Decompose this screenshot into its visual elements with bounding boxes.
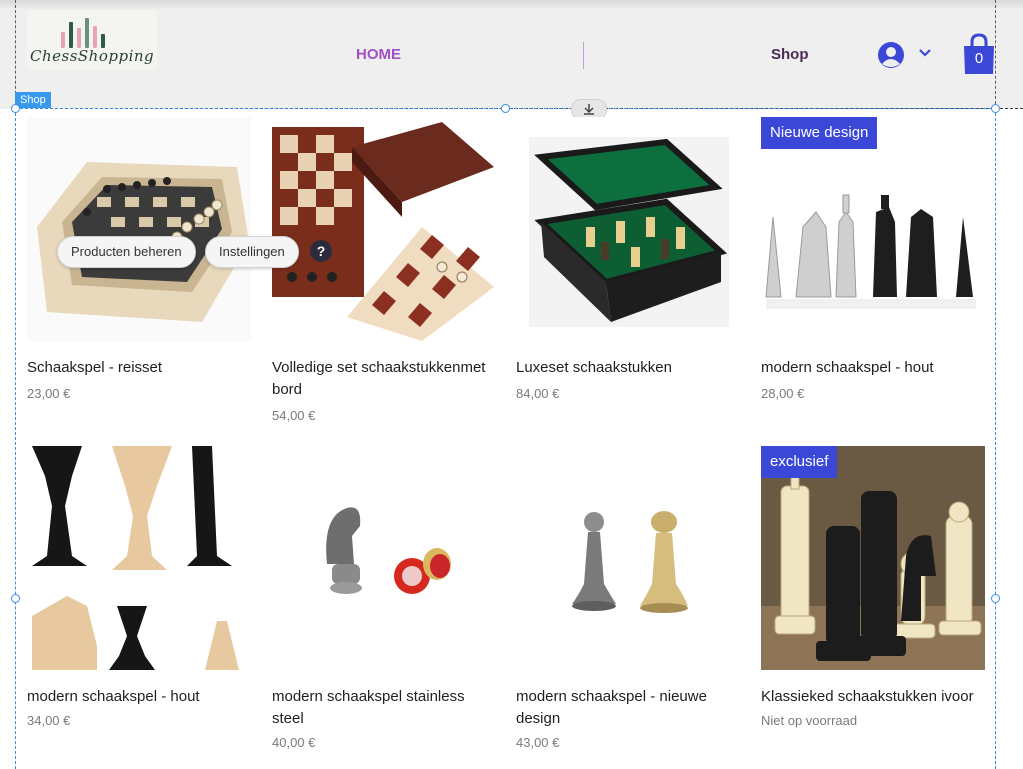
chess-board-set-image bbox=[272, 117, 496, 341]
chevron-down-icon[interactable] bbox=[918, 48, 932, 58]
resize-handle-middle-right[interactable] bbox=[991, 594, 1000, 603]
account-icon[interactable] bbox=[877, 41, 905, 69]
cart-count: 0 bbox=[974, 50, 984, 67]
logo-text: ChessShopping bbox=[30, 47, 155, 65]
settings-button[interactable]: Instellingen bbox=[205, 236, 299, 268]
section-label-tag[interactable]: Shop bbox=[15, 92, 51, 108]
help-icon[interactable]: ? bbox=[310, 240, 332, 262]
modern-chess-pieces-image bbox=[761, 117, 985, 341]
metal-pawns-image bbox=[516, 446, 740, 670]
product-name[interactable]: modern schaakspel - nieuwe design bbox=[516, 686, 740, 730]
product-name[interactable]: Schaakspel - reisset bbox=[27, 357, 251, 379]
product-image[interactable]: exclusief bbox=[761, 446, 985, 670]
product-name[interactable]: modern schaakspel stainless steel bbox=[272, 686, 496, 730]
header-shadow bbox=[0, 0, 1023, 10]
product-image[interactable] bbox=[27, 446, 251, 670]
product-name[interactable]: Luxeset schaakstukken bbox=[516, 357, 740, 379]
manage-products-button[interactable]: Producten beheren bbox=[57, 236, 196, 268]
resize-handle-middle-left[interactable] bbox=[11, 594, 20, 603]
product-stock-status: Niet op voorraad bbox=[761, 713, 858, 728]
section-selection-left bbox=[15, 108, 16, 769]
product-price: 28,00 € bbox=[761, 386, 805, 401]
chess-travel-set-image bbox=[27, 117, 251, 341]
resize-handle-top-left[interactable] bbox=[11, 104, 20, 113]
site-header: ChessShopping HOME Shop 0 bbox=[0, 0, 1023, 109]
product-price: 43,00 € bbox=[516, 735, 560, 750]
product-image[interactable] bbox=[27, 117, 251, 341]
product-price: 84,00 € bbox=[516, 386, 560, 401]
product-name[interactable]: Volledige set schaakstukkenmet bord bbox=[272, 357, 496, 401]
product-image[interactable] bbox=[516, 446, 740, 670]
site-logo[interactable]: ChessShopping bbox=[27, 10, 157, 70]
nav-home-link[interactable]: HOME bbox=[356, 46, 401, 63]
product-image[interactable] bbox=[272, 117, 496, 341]
product-name[interactable]: modern schaakspel - hout bbox=[761, 357, 985, 379]
product-image[interactable]: Nieuwe design bbox=[761, 117, 985, 341]
product-name[interactable]: modern schaakspel - hout bbox=[27, 686, 251, 708]
product-ribbon: Nieuwe design bbox=[761, 117, 878, 149]
editor-gridline-right bbox=[995, 0, 996, 109]
product-price: 34,00 € bbox=[27, 713, 71, 728]
luxury-chess-box-image bbox=[516, 117, 740, 341]
resize-handle-top-center[interactable] bbox=[501, 104, 510, 113]
modern-wooden-pieces-image bbox=[27, 446, 251, 670]
product-name[interactable]: Klassieked schaakstukken ivoor bbox=[761, 686, 985, 708]
logo-bars-icon bbox=[61, 14, 121, 48]
product-ribbon: exclusief bbox=[761, 446, 838, 478]
product-price: 54,00 € bbox=[272, 408, 316, 423]
section-selection-right bbox=[995, 108, 996, 769]
product-image[interactable] bbox=[516, 117, 740, 341]
nav-divider bbox=[583, 42, 584, 69]
nav-shop-link[interactable]: Shop bbox=[771, 46, 809, 63]
resize-handle-top-right[interactable] bbox=[991, 104, 1000, 113]
product-image[interactable] bbox=[272, 446, 496, 670]
classic-chess-pieces-image bbox=[761, 446, 985, 670]
product-price: 40,00 € bbox=[272, 735, 316, 750]
stainless-steel-pieces-image bbox=[272, 446, 496, 670]
product-price: 23,00 € bbox=[27, 386, 71, 401]
